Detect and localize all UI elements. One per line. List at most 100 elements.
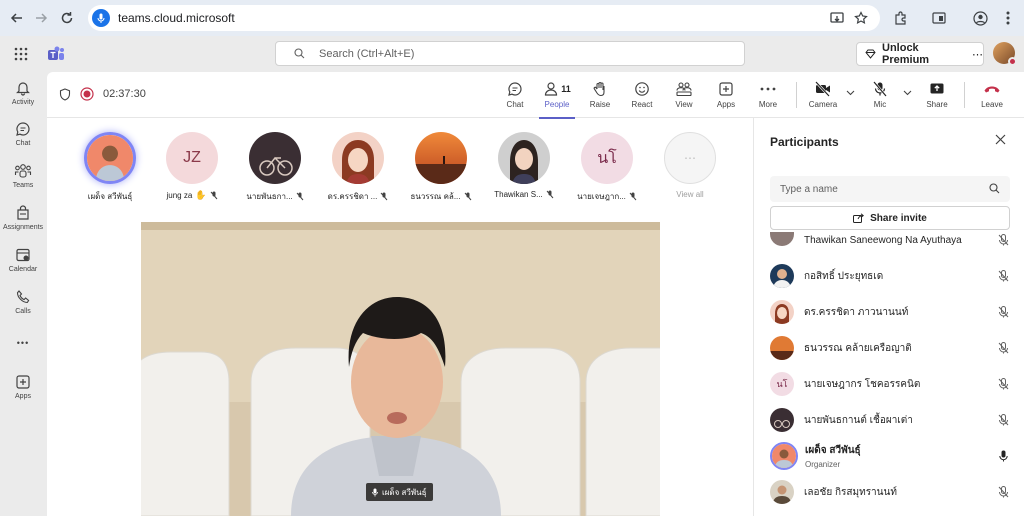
camera-button[interactable]: Camera (803, 78, 843, 114)
rail-item-calls[interactable]: Calls (0, 289, 46, 315)
gallery-tile[interactable]: ธนวรรณ คล้... (408, 132, 474, 203)
share-screen-icon (929, 78, 945, 100)
participant-row[interactable]: ธนวรรณ คล้ายเครือญาติ (770, 333, 1010, 363)
rail-item-assignments[interactable]: Assignments (0, 205, 46, 231)
premium-more-icon[interactable]: ⋯ (972, 48, 983, 61)
participant-search-input[interactable]: Type a name (770, 176, 1010, 202)
tile-name: ดร.ครรชิดา ... (328, 190, 389, 203)
camera-label: Camera (808, 100, 838, 109)
people-button[interactable]: 11 People (537, 78, 577, 119)
participant-name: นายพันธกานต์ เชื้อผาเต่า (804, 414, 913, 426)
search-input[interactable]: Search (Ctrl+Alt+E) (275, 41, 745, 66)
more-button[interactable]: More (748, 78, 788, 114)
forward-icon[interactable] (28, 5, 54, 31)
view-label: View (675, 100, 693, 109)
mic-off-icon (996, 270, 1010, 282)
rail-label: Calls (15, 308, 31, 315)
apps-label: Apps (716, 100, 736, 109)
leave-label: Leave (981, 100, 1003, 109)
gallery-tile[interactable]: นโ นายเจษฎาก... (574, 132, 640, 203)
more-participants-icon: ⋯ (664, 132, 716, 184)
site-info-icon[interactable] (92, 9, 110, 27)
rail-label: Chat (15, 140, 31, 147)
leave-button[interactable]: Leave (972, 78, 1012, 114)
react-button[interactable]: React (622, 78, 662, 114)
address-bar[interactable]: teams.cloud.microsoft (88, 5, 880, 31)
my-avatar[interactable] (993, 42, 1017, 66)
browser-menu-icon[interactable] (997, 7, 1019, 29)
gallery-tile[interactable]: JZ jung za ✋ (159, 132, 225, 201)
panel-title: Participants (770, 135, 839, 149)
gallery-tile[interactable]: Thawikan S... (491, 132, 557, 199)
toolbar-divider (964, 82, 965, 108)
search-icon (294, 48, 305, 59)
back-icon[interactable] (4, 5, 30, 31)
share-invite-button[interactable]: Share invite (770, 206, 1010, 230)
gallery-tile[interactable]: เผด็จ สวีพันธุ์ (77, 132, 143, 203)
profile-icon[interactable] (969, 7, 991, 29)
close-icon[interactable] (995, 134, 1006, 145)
hang-up-icon (983, 78, 1001, 100)
rail-label: Calendar (8, 266, 38, 273)
reading-list-icon[interactable] (928, 7, 950, 29)
participant-row[interactable]: นายพันธกานต์ เชื้อผาเต่า (770, 405, 1010, 435)
mic-off-icon (872, 78, 888, 100)
rail-item-apps[interactable]: Apps (0, 374, 46, 400)
view-button[interactable]: View (664, 78, 704, 114)
mic-button[interactable]: Mic (860, 78, 900, 114)
unlock-premium-button[interactable]: Unlock Premium ⋯ (856, 42, 984, 66)
participant-row[interactable]: ดร.ครรชิดา ภาวนานนท์ (770, 297, 1010, 327)
avatar (770, 300, 794, 324)
avatar (770, 442, 798, 470)
rail-item-teams[interactable]: Teams (0, 163, 46, 189)
people-icon: 11 (543, 78, 571, 100)
shield-icon[interactable] (59, 88, 71, 101)
extensions-icon[interactable] (889, 7, 911, 29)
mic-off-icon (380, 192, 388, 201)
participant-row[interactable]: เผด็จ สวีพันธุ์ Organizer (770, 439, 1010, 473)
gallery-tile[interactable]: นายพันธกา... (242, 132, 308, 203)
rail-item-calendar[interactable]: Calendar (0, 247, 46, 273)
chat-button[interactable]: Chat (495, 78, 535, 114)
install-app-icon[interactable] (828, 9, 846, 27)
mic-options-chevron-icon[interactable] (903, 90, 912, 96)
more-icon: ••• (16, 338, 30, 348)
more-horizontal-icon (760, 78, 776, 100)
chat-icon (15, 121, 31, 140)
phone-icon (15, 289, 31, 308)
view-all-button[interactable]: ⋯ View all (657, 132, 723, 199)
raise-hand-button[interactable]: Raise (580, 78, 620, 114)
mic-off-icon (996, 342, 1010, 354)
participant-name: เผด็จ สวีพันธุ์ Organizer (805, 443, 996, 469)
apps-button[interactable]: Apps (706, 78, 746, 114)
app-launcher-icon[interactable] (14, 47, 28, 61)
participants-panel: Participants Type a name Share invite Th… (753, 118, 1024, 516)
rail-item-more[interactable]: ••• (0, 338, 46, 348)
reload-icon[interactable] (54, 5, 80, 31)
mic-off-icon (996, 378, 1010, 390)
participant-row[interactable]: นโ นายเจษฎากร โชคอรรคนิต (770, 369, 1010, 399)
share-button[interactable]: Share (917, 78, 957, 114)
rail-item-activity[interactable]: Activity (0, 80, 46, 106)
meeting-window: 02:37:30 Chat 11 People Raise React View… (47, 72, 1024, 516)
participant-row[interactable]: Thawikan Saneewong Na Ayuthaya (770, 228, 1010, 252)
apps-icon (15, 374, 31, 393)
recording-icon[interactable] (80, 87, 94, 101)
camera-options-chevron-icon[interactable] (846, 90, 855, 96)
participant-row[interactable]: กอสิทธิ์ ประยุทธเด (770, 261, 1010, 291)
search-placeholder: Search (Ctrl+Alt+E) (319, 47, 415, 60)
share-icon (853, 213, 865, 223)
avatar (498, 132, 550, 184)
avatar (770, 264, 794, 288)
unlock-premium-label: Unlock Premium (882, 42, 930, 66)
participant-row[interactable]: เลอชัย กิรสมุทรานนท์ (770, 477, 1010, 507)
react-label: React (631, 100, 653, 109)
rail-item-chat[interactable]: Chat (0, 121, 46, 147)
bookmark-star-icon[interactable] (852, 9, 870, 27)
hand-raised-icon: ✋ (195, 190, 207, 200)
mic-off-icon (546, 190, 554, 199)
assignments-icon (15, 205, 31, 224)
calendar-icon (15, 247, 31, 266)
diamond-icon (865, 49, 876, 59)
gallery-tile[interactable]: ดร.ครรชิดา ... (325, 132, 391, 203)
